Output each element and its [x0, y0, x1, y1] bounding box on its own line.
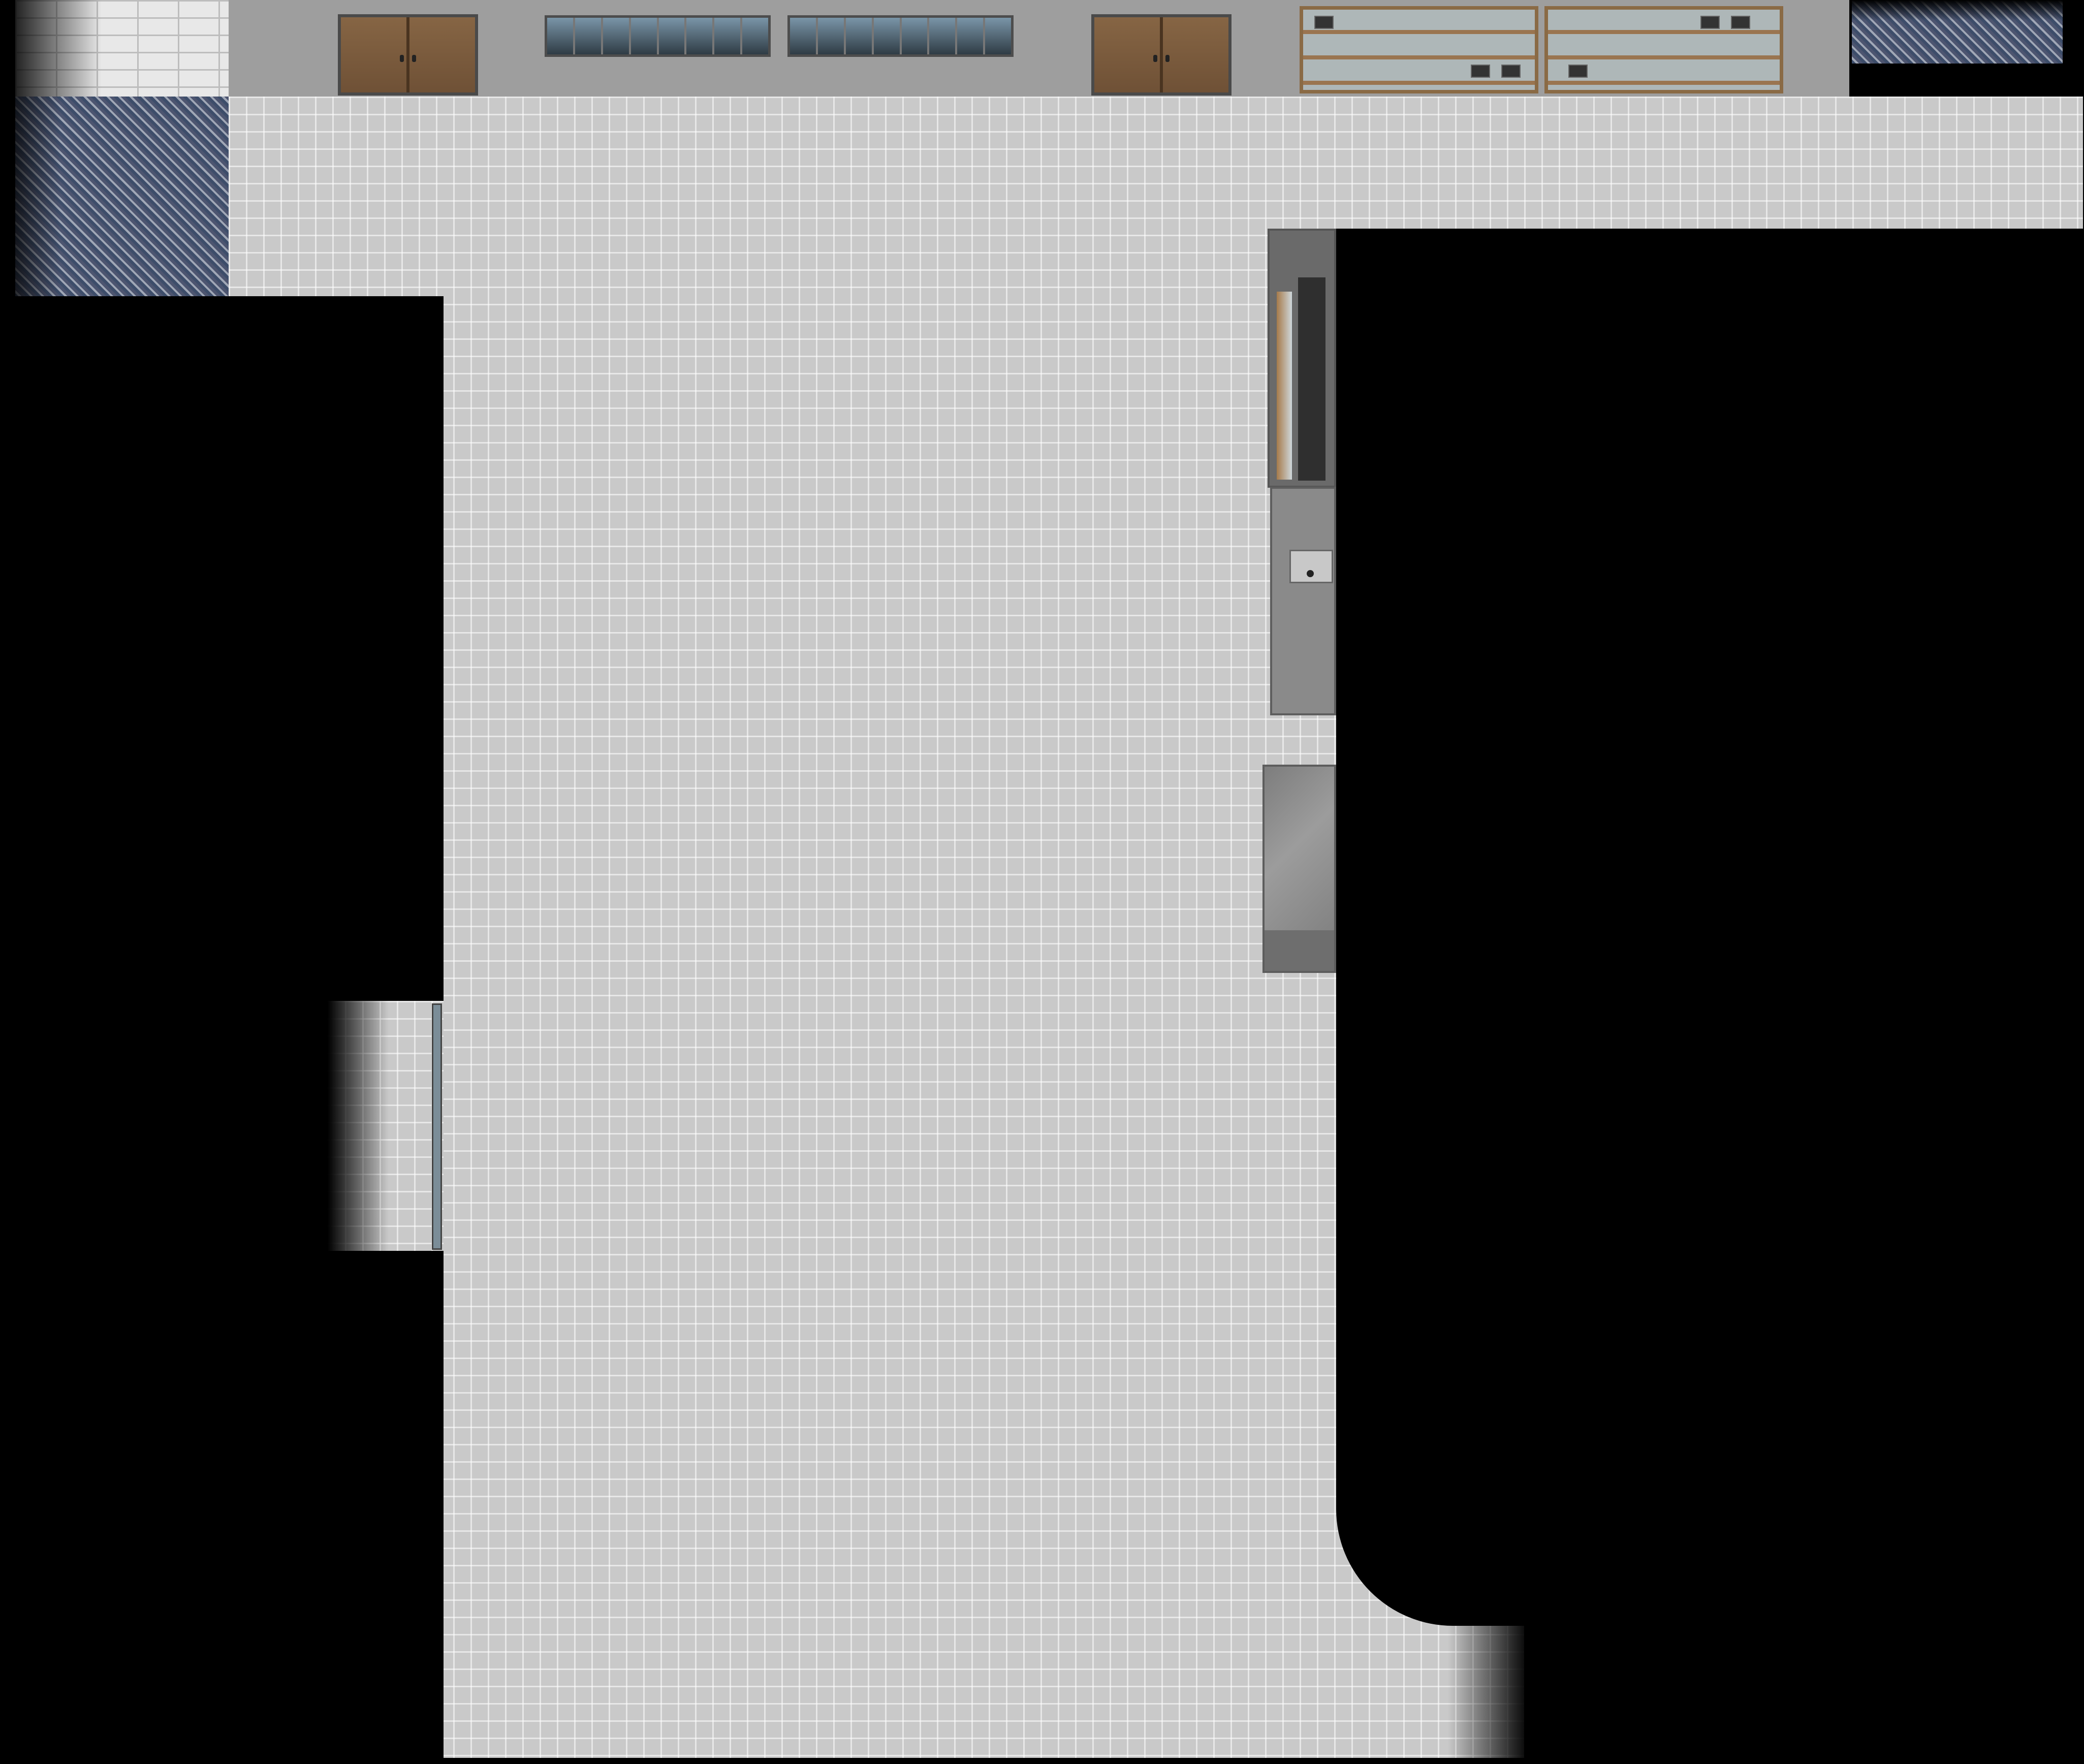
door-knob [1165, 55, 1170, 62]
table-edge [1265, 930, 1334, 971]
door-leaf [1094, 17, 1161, 92]
window-pane [658, 18, 687, 54]
window-left [545, 15, 771, 57]
window-pane [901, 18, 930, 54]
side-door[interactable] [432, 1003, 442, 1250]
shadow-top-left [0, 0, 102, 97]
cabinet-shelf [1303, 55, 1535, 59]
door-knob [412, 55, 416, 62]
cabinet-shelf [1303, 30, 1535, 34]
shadow-bottom-left [264, 1519, 356, 1764]
plaque [1731, 16, 1750, 29]
window-pane [630, 18, 659, 54]
window-pane [686, 18, 715, 54]
metal-table[interactable] [1262, 765, 1336, 973]
sink-counter[interactable] [1270, 487, 1336, 715]
shadow-carpet-left [0, 97, 61, 297]
shadow-carpet-right [1852, 0, 2063, 20]
cabinet-shelf [1548, 55, 1780, 59]
window-pane [603, 18, 631, 54]
cabinet-shelf [1548, 81, 1780, 85]
window-pane [957, 18, 986, 54]
window-pane [845, 18, 874, 54]
cabinet-shelf [1303, 81, 1535, 85]
door-knob [1153, 55, 1157, 62]
shadow-bottom-right [1448, 1621, 1529, 1764]
bookshelf-books [1298, 277, 1325, 481]
void-right-bottom [1524, 1621, 2084, 1764]
window-pane [575, 18, 603, 54]
window-right [787, 15, 1014, 57]
double-door-left[interactable] [338, 14, 478, 96]
trophy-cabinet-left[interactable] [1300, 6, 1538, 93]
door-leaf [341, 17, 408, 92]
double-door-right[interactable] [1091, 14, 1232, 96]
plaque [1568, 65, 1588, 78]
void-right [1336, 229, 2084, 1626]
sink-basin [1289, 550, 1333, 583]
window-pane [790, 18, 818, 54]
side-corridor-shadow [328, 1001, 389, 1251]
window-pane [817, 18, 846, 54]
window-pane [985, 18, 1011, 54]
window-pane [742, 18, 768, 54]
window-pane [873, 18, 902, 54]
bookshelf-glass [1277, 292, 1292, 480]
plaque [1501, 65, 1521, 78]
void-bottom-strip [0, 1758, 2084, 1764]
door-leaf [408, 17, 475, 92]
cabinet-shelf [1548, 30, 1780, 34]
sink-drain [1307, 570, 1314, 577]
plaque [1314, 16, 1334, 29]
game-map [0, 0, 2084, 1764]
plaque [1700, 16, 1720, 29]
trophy-cabinet-right[interactable] [1544, 6, 1783, 93]
bookshelf[interactable] [1268, 229, 1336, 488]
window-pane [929, 18, 958, 54]
door-knob [400, 55, 404, 62]
door-leaf [1161, 17, 1228, 92]
window-pane [547, 18, 575, 54]
window-pane [714, 18, 743, 54]
plaque [1471, 65, 1490, 78]
